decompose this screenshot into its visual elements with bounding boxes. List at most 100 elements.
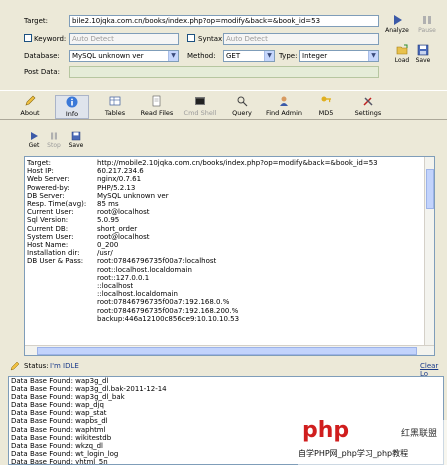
tab-md5-label: MD5 [318, 109, 334, 117]
info-value: http://mobile2.10jqka.com.cn/books/index… [97, 159, 378, 167]
info-key: Host IP: [27, 167, 54, 176]
info-key: DB Server: [27, 191, 65, 200]
info-value: root:07846796735f00a7:192.168.0.% [97, 298, 230, 307]
folder-open-icon [396, 44, 408, 55]
syntax-checkbox[interactable] [187, 34, 195, 42]
info-key: Installation dir: [27, 249, 80, 258]
database-select[interactable]: MySQL unknown ver ▼ [69, 50, 179, 62]
pause-icon [423, 16, 431, 24]
save-info-button[interactable]: Save [66, 131, 86, 149]
info-value: PHP/5.2.13 [97, 183, 136, 192]
tab-info[interactable]: Info [55, 95, 89, 119]
info-value: 60.217.234.6 [97, 167, 144, 176]
load-label: Load [394, 57, 410, 64]
tab-read-files-label: Read Files [140, 109, 174, 117]
target-input[interactable]: bile2.10jqka.com.cn/books/index.php?op=m… [69, 15, 379, 27]
log-line: Data Base Found: wap_stat [11, 409, 107, 418]
info-value: ::localhost [97, 282, 134, 290]
tab-query[interactable]: Query [228, 95, 256, 119]
type-select-value: Integer [302, 52, 328, 60]
stop-button[interactable]: Stop [44, 131, 64, 149]
method-label: Method: [187, 52, 216, 60]
pencil-icon [10, 361, 20, 371]
chevron-down-icon: ▼ [368, 51, 378, 61]
info-key: Web Server: [27, 175, 70, 184]
tab-settings[interactable]: Settings [350, 95, 386, 119]
info-value: 85 ms [97, 200, 119, 208]
post-data-label: Post Data: [24, 68, 60, 76]
database-label: Database: [24, 52, 60, 60]
query-icon [237, 96, 248, 107]
info-value: backup:446a12100c856ce9:10.10.10.53 [97, 314, 240, 323]
info-key: Resp. Time(avg): [27, 200, 87, 208]
tab-info-label: Info [65, 110, 79, 118]
method-select[interactable]: GET ▼ [223, 50, 275, 62]
tab-find-admin-label: Find Admin [265, 109, 303, 117]
watermark-cn-text: 红黑联盟 [401, 429, 438, 439]
log-line: Data Base Found: wap3g_dl [11, 377, 109, 385]
pause-label: Pause [418, 27, 436, 34]
chevron-down-icon: ▼ [264, 51, 274, 61]
pause-button[interactable]: Pause [414, 14, 440, 34]
info-value: 5.0.95 [97, 216, 120, 225]
find-admin-icon [280, 96, 288, 106]
tab-read-files[interactable]: Read Files [137, 95, 177, 119]
log-line: Data Base Found: wap3g_dl.bak-2011-12-14 [11, 385, 167, 394]
status-bar: Status: I'm IDLE Clear Lo [0, 360, 447, 378]
info-value: root@localhost [97, 208, 150, 217]
settings-icon [363, 97, 373, 106]
watermark-bottom-text: 自学PHP网_php学习_php教程 [298, 449, 409, 458]
watermark-logo: php [302, 418, 350, 443]
tab-cmd-shell[interactable]: Cmd Shell [182, 95, 218, 119]
log-line: Data Base Found: wap3g_dl_bak [11, 393, 125, 402]
tab-tables-label: Tables [104, 109, 126, 117]
play-icon [31, 132, 38, 140]
horizontal-scrollbar[interactable] [25, 345, 434, 355]
vertical-scrollbar[interactable] [424, 157, 434, 355]
analyze-button[interactable]: Analyze [384, 14, 410, 34]
info-key: Current DB: [27, 224, 69, 233]
info-key: Host Name: [27, 241, 69, 249]
main-toolbar: About Info Tables Read Files Cmd Shell Q… [0, 90, 447, 120]
tab-about-label: About [20, 109, 40, 117]
tab-settings-label: Settings [354, 109, 382, 117]
scrollbar-thumb[interactable] [37, 347, 417, 355]
keyword-checkbox[interactable] [24, 34, 32, 42]
info-value: root:07846796735f00a7:192.168.200.% [97, 306, 239, 315]
tab-cmd-shell-label: Cmd Shell [183, 109, 217, 117]
info-panel[interactable]: Target: http://mobile2.10jqka.com.cn/book… [24, 156, 435, 356]
target-label: Target: [24, 17, 49, 25]
type-label: Type: [279, 52, 298, 60]
post-data-input[interactable] [69, 66, 379, 78]
info-icon [66, 96, 78, 108]
database-select-value: MySQL unknown ver [72, 52, 144, 60]
save-side-button[interactable]: Save [410, 44, 436, 64]
save-info-label: Save [68, 142, 84, 149]
watermark: php 红黑联盟 自学PHP网_php学习_php教程 [298, 418, 447, 465]
stop-label: Stop [47, 142, 61, 149]
type-select[interactable]: Integer ▼ [299, 50, 379, 62]
info-key: Sql Version: [27, 216, 69, 225]
md5-icon [321, 96, 331, 103]
keyword-input[interactable]: Auto Detect [69, 33, 179, 45]
tab-about[interactable]: About [14, 95, 46, 119]
tab-md5[interactable]: MD5 [315, 95, 337, 119]
request-form: Target: bile2.10jqka.com.cn/books/index.… [0, 0, 447, 88]
syntax-input[interactable]: Auto Detect [223, 33, 379, 45]
method-select-value: GET [226, 52, 241, 60]
tab-find-admin[interactable]: Find Admin [263, 95, 305, 119]
get-label: Get [28, 142, 40, 149]
floppy-disk-icon [417, 44, 429, 56]
play-icon [394, 15, 402, 25]
tab-tables[interactable]: Tables [99, 95, 131, 119]
tab-query-label: Query [232, 109, 252, 117]
scrollbar-thumb[interactable] [426, 169, 434, 209]
info-value: /usr/ [97, 249, 113, 258]
read-files-icon [152, 95, 161, 107]
save-side-label: Save [415, 57, 431, 64]
info-value: 0_200 [97, 241, 119, 249]
info-key: System User: [27, 232, 74, 241]
cmd-shell-icon [195, 97, 205, 105]
get-button[interactable]: Get [24, 131, 44, 149]
analyze-label: Analyze [385, 27, 409, 34]
